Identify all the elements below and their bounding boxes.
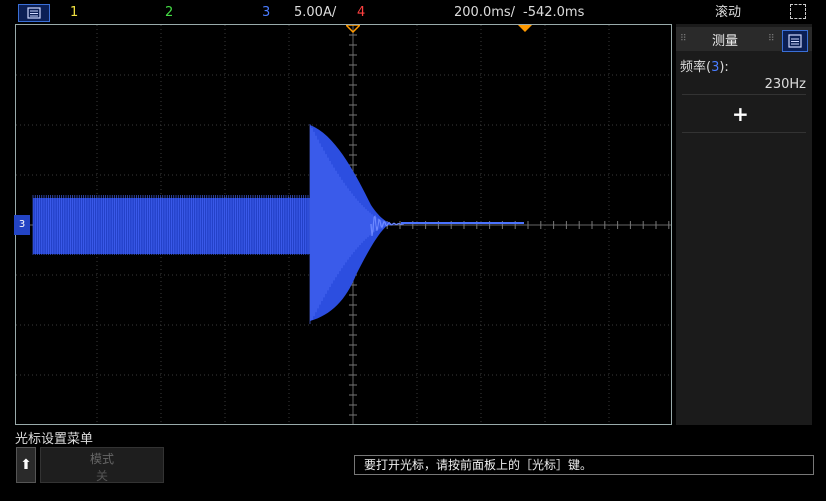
ground-marker-label: 3 (18, 219, 26, 230)
divider (682, 94, 806, 95)
main-menu-button[interactable] (18, 4, 50, 22)
top-status-bar: 1 2 3 5.00A/ 4 200.0ms/ -542.0ms 滚动 (0, 0, 826, 24)
graticule (15, 24, 671, 424)
list-icon (788, 34, 802, 48)
channel-3-waveform (32, 124, 524, 324)
back-up-button[interactable]: ⬆ (16, 447, 36, 483)
channel-3-scale: 5.00A/ (294, 5, 337, 20)
menu-icon (27, 7, 41, 19)
measurement-panel: ⠿ 测量 ⠿ 频率(3): 230Hz + (676, 24, 812, 425)
frequency-measure-label[interactable]: 频率(3): (680, 56, 729, 75)
measurement-panel-header: ⠿ 测量 ⠿ (676, 27, 812, 52)
grip-icon[interactable]: ⠿ (680, 34, 687, 44)
softkey-menu-bar: 光标设置菜单 ⬆ 模式 关 要打开光标，请按前面板上的［光标］键。 (0, 425, 826, 501)
up-arrow-icon: ⬆ (20, 457, 32, 473)
status-message: 要打开光标，请按前面板上的［光标］键。 (354, 455, 814, 475)
panel-menu-button[interactable] (782, 30, 808, 52)
menu-title: 光标设置菜单 (15, 432, 94, 447)
waveform-display[interactable]: 3 (14, 24, 672, 425)
timebase-value[interactable]: 200.0ms/ (454, 5, 515, 21)
divider (682, 132, 806, 133)
measure-label-text: 频率( (680, 60, 712, 75)
add-measurement-button[interactable]: + (732, 102, 749, 126)
grip-icon-2[interactable]: ⠿ (768, 34, 775, 44)
mode-softkey[interactable]: 模式 关 (40, 447, 164, 483)
channel-2-label[interactable]: 2 (165, 5, 173, 21)
channel-1-label[interactable]: 1 (70, 5, 78, 21)
softkey-label: 模式 (89, 452, 114, 466)
channel-3-label[interactable]: 3 (262, 5, 270, 21)
frequency-measure-value: 230Hz (764, 77, 806, 92)
trigger-position-marker-icon[interactable] (346, 25, 360, 33)
measure-label-colon: ): (719, 60, 729, 75)
panel-title: 测量 (712, 34, 739, 49)
channel-4-label[interactable]: 4 (357, 5, 365, 21)
channel-3-ground-marker[interactable]: 3 (14, 215, 30, 235)
delay-marker-icon[interactable] (518, 25, 532, 33)
delay-value[interactable]: -542.0ms (523, 5, 584, 21)
zoom-area-icon[interactable] (790, 4, 806, 19)
acquisition-mode[interactable]: 滚动 (715, 5, 741, 21)
softkey-value: 关 (95, 469, 108, 483)
